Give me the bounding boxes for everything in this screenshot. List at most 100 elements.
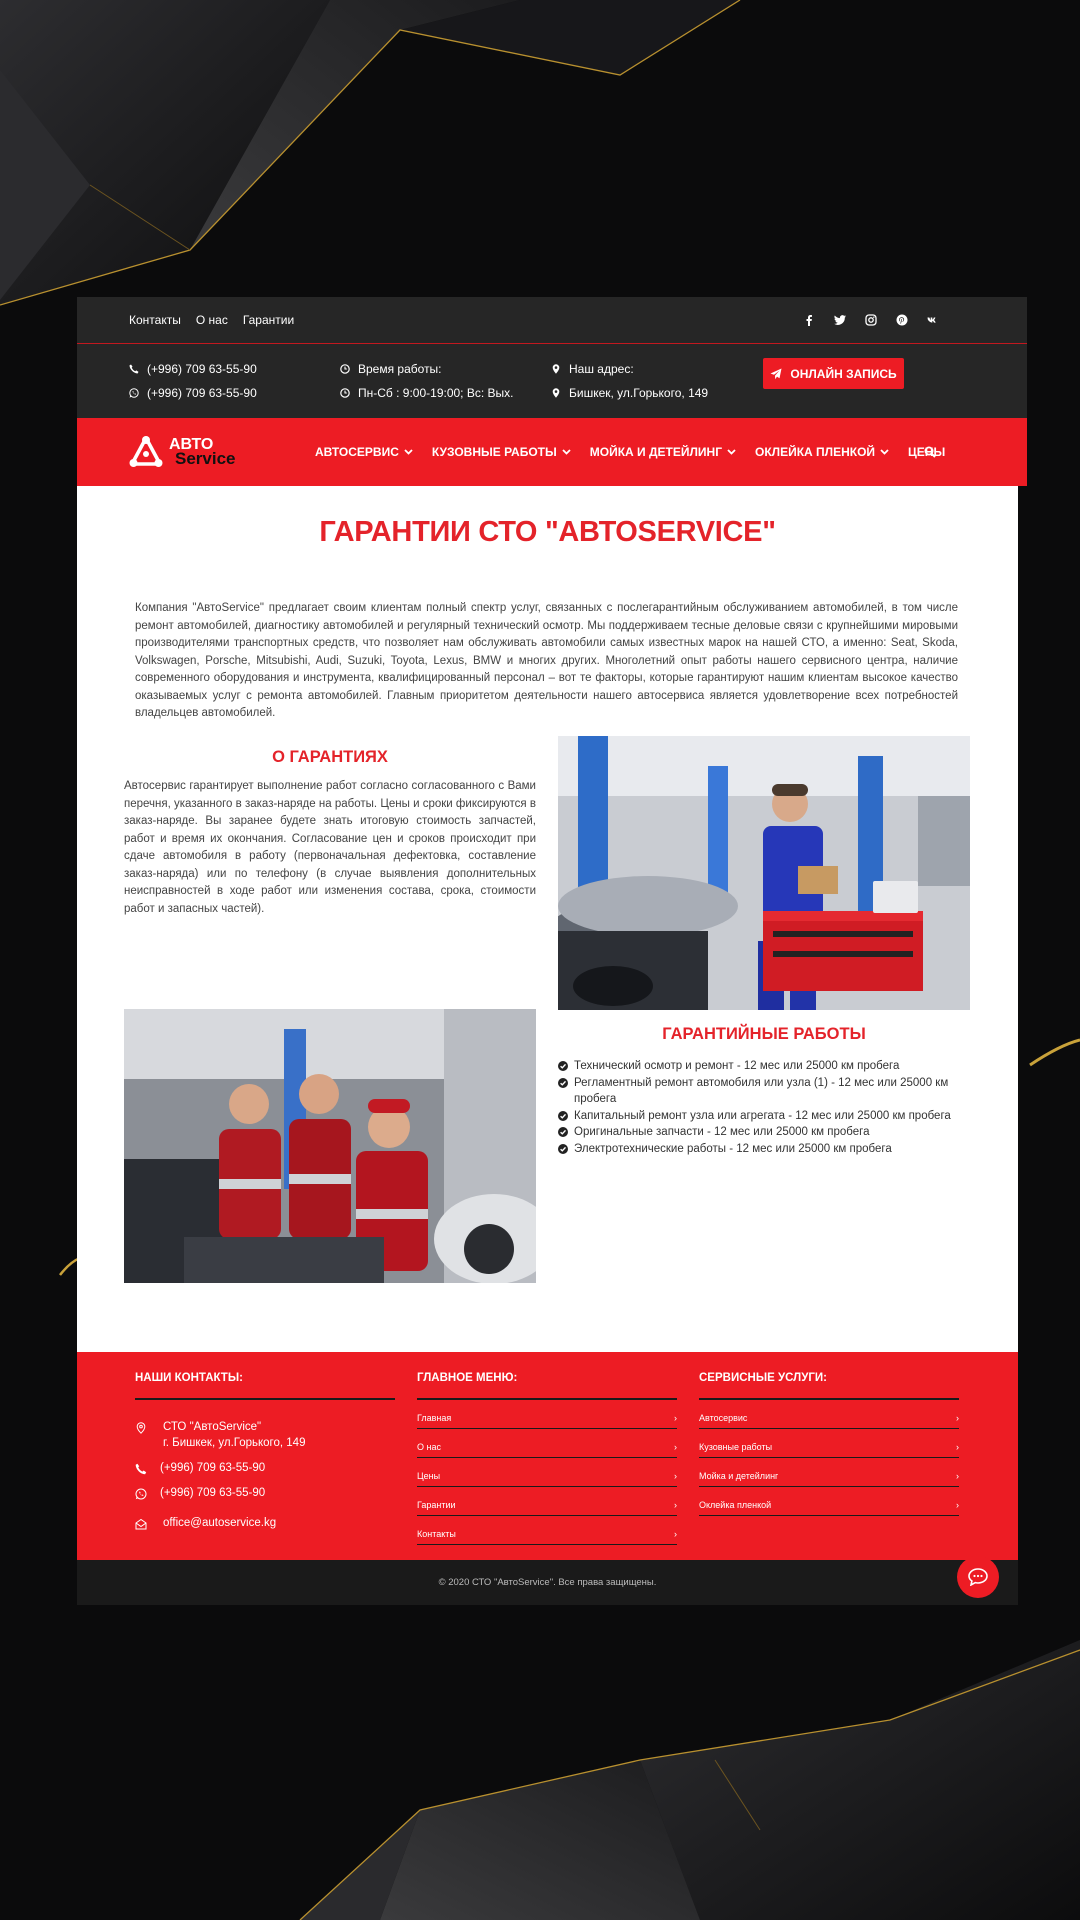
main-content: ГАРАНТИИ СТО "АВТОSERVICE" Компания "Авт… xyxy=(77,486,1018,1352)
footer-whatsapp[interactable]: (+996) 709 63-55-90 xyxy=(135,1486,395,1502)
warranty-works-heading: ГАРАНТИЙНЫЕ РАБОТЫ xyxy=(662,1025,866,1043)
check-circle-icon xyxy=(558,1110,568,1121)
search-icon[interactable] xyxy=(924,446,936,458)
whatsapp-icon xyxy=(129,388,139,398)
map-pin-icon xyxy=(552,364,560,374)
phone-row[interactable]: (+996) 709 63-55-90 xyxy=(129,362,340,376)
chevron-down-icon xyxy=(727,449,736,455)
chevron-right-icon: › xyxy=(674,1529,677,1539)
footer-link-guarantees[interactable]: Гарантии › xyxy=(417,1487,677,1516)
whatsapp-icon xyxy=(135,1488,147,1499)
warranty-item-text: Электротехнические работы - 12 мес или 2… xyxy=(574,1142,892,1155)
whatsapp-row[interactable]: (+996) 709 63-55-90 xyxy=(129,386,340,400)
mechanics-team-photo xyxy=(124,1009,536,1283)
whatsapp-number: (+996) 709 63-55-90 xyxy=(147,386,257,400)
top-links: Контакты О нас Гарантии xyxy=(129,313,294,327)
warranty-item-text: Капитальный ремонт узла или агрегата - 1… xyxy=(574,1109,951,1122)
hours-label-row: Время работы: xyxy=(340,362,551,376)
top-bar: Контакты О нас Гарантии xyxy=(77,297,1027,344)
warranty-works-list: Технический осмотр и ремонт - 12 мес или… xyxy=(558,1058,970,1157)
footer-services-list: Автосервис › Кузовные работы › Мойка и дет… xyxy=(699,1400,959,1516)
phone-icon xyxy=(135,1463,147,1475)
website-frame: Контакты О нас Гарантии (+996) 709 63-55… xyxy=(77,297,1027,1605)
footer-link-label: О нас xyxy=(417,1442,441,1452)
footer-link-label: Контакты xyxy=(417,1529,456,1539)
footer-service-film[interactable]: Оклейка пленкой › xyxy=(699,1487,959,1516)
footer-company-name: СТО "АвтоService" xyxy=(163,1421,262,1433)
map-pin-icon xyxy=(552,388,560,398)
address-value: Бишкек, ул.Горького, 149 xyxy=(569,386,709,400)
chevron-right-icon: › xyxy=(956,1442,959,1452)
top-link-about[interactable]: О нас xyxy=(196,313,228,327)
vk-icon[interactable] xyxy=(927,314,939,326)
instagram-icon[interactable] xyxy=(865,314,877,326)
check-circle-icon xyxy=(558,1061,568,1071)
footer-whatsapp-number: (+996) 709 63-55-90 xyxy=(160,1486,266,1499)
address-label-row: Наш адрес: xyxy=(551,362,762,376)
online-booking-button[interactable]: ОНЛАЙН ЗАПИСЬ xyxy=(763,358,904,389)
footer-link-label: Мойка и детейлинг xyxy=(699,1471,779,1481)
top-link-guarantees[interactable]: Гарантии xyxy=(243,313,294,327)
map-pin-icon xyxy=(136,1422,146,1434)
footer-phone-number: (+996) 709 63-55-90 xyxy=(160,1462,266,1474)
nav-autoservice[interactable]: АВТОСЕРВИС xyxy=(315,445,413,459)
check-circle-icon xyxy=(558,1077,568,1088)
phone-icon xyxy=(129,364,139,374)
logo-triangle-icon xyxy=(129,436,163,467)
nav-label: МОЙКА И ДЕТЕЙЛИНГ xyxy=(589,445,722,459)
footer-service-autoservice[interactable]: Автосервис › xyxy=(699,1400,959,1429)
hours-value-row: Пн-Сб : 9:00-19:00; Вс: Вых. xyxy=(340,386,551,400)
main-navbar: АВТО Service АВТОСЕРВИС КУЗОВНЫЕ РАБОТЫ … xyxy=(77,418,1027,486)
footer-menu-list: Главная › О нас › Цены › Гарантии › Контакты… xyxy=(417,1400,677,1545)
top-link-contacts[interactable]: Контакты xyxy=(129,313,181,327)
chevron-down-icon xyxy=(880,449,889,455)
warranty-item-text: Оригинальные запчасти - 12 мес или 25000… xyxy=(574,1126,870,1138)
footer-link-home[interactable]: Главная › xyxy=(417,1400,677,1429)
pinterest-icon[interactable] xyxy=(896,314,908,326)
chevron-down-icon xyxy=(562,449,571,455)
info-bar: (+996) 709 63-55-90 (+996) 709 63-55-90 … xyxy=(77,344,1027,418)
list-item: Капитальный ремонт узла или агрегата - 1… xyxy=(558,1108,970,1125)
facebook-icon[interactable] xyxy=(803,314,815,326)
hours-label: Время работы: xyxy=(358,362,442,376)
footer-services-heading: СЕРВИСНЫЕ УСЛУГИ: xyxy=(699,1372,959,1400)
footer-link-label: Оклейка пленкой xyxy=(699,1500,772,1510)
footer-link-about[interactable]: О нас › xyxy=(417,1429,677,1458)
address-value-row: Бишкек, ул.Горького, 149 xyxy=(551,386,762,400)
nav-wash-detailing[interactable]: МОЙКА И ДЕТЕЙЛИНГ xyxy=(590,445,736,459)
footer-service-wash[interactable]: Мойка и детейлинг › xyxy=(699,1458,959,1487)
mechanic-photo xyxy=(558,736,970,1010)
footer: НАШИ КОНТАКТЫ: СТО "АвтоService" г. Бишке… xyxy=(77,1352,1018,1560)
list-item: Технический осмотр и ремонт - 12 мес или… xyxy=(558,1058,970,1075)
warranty-item-text: Технический осмотр и ремонт - 12 мес или… xyxy=(574,1060,900,1072)
footer-phone[interactable]: (+996) 709 63-55-90 xyxy=(135,1461,395,1477)
logo[interactable]: АВТО Service xyxy=(129,435,249,469)
online-booking-label: ОНЛАЙН ЗАПИСЬ xyxy=(790,366,897,381)
paper-plane-icon xyxy=(770,368,782,379)
about-guarantees-text: Автосервис гарантирует выполнение работ … xyxy=(124,780,536,915)
footer-address-text: г. Бишкек, ул.Горького, 149 xyxy=(163,1436,306,1449)
chevron-right-icon: › xyxy=(674,1471,677,1481)
nav-film-wrapping[interactable]: ОКЛЕЙКА ПЛЕНКОЙ xyxy=(755,445,889,459)
about-guarantees-heading: О ГАРАНТИЯХ xyxy=(272,748,388,766)
footer-link-prices[interactable]: Цены › xyxy=(417,1458,677,1487)
copyright-text: © 2020 СТО "АвтоService". Все права защи… xyxy=(438,1577,657,1588)
nav-body-works[interactable]: КУЗОВНЫЕ РАБОТЫ xyxy=(432,445,571,459)
footer-service-body-works[interactable]: Кузовные работы › xyxy=(699,1429,959,1458)
warranty-item-text: Регламентный ремонт автомобиля или узла … xyxy=(574,1076,949,1106)
chat-widget-button[interactable] xyxy=(957,1556,999,1598)
clock-icon xyxy=(340,364,350,374)
address-label: Наш адрес: xyxy=(569,362,634,376)
footer-link-contacts[interactable]: Контакты › xyxy=(417,1516,677,1545)
list-item: Электротехнические работы - 12 мес или 2… xyxy=(558,1141,970,1158)
twitter-icon[interactable] xyxy=(834,314,846,326)
page-title: ГАРАНТИИ СТО "АВТОSERVICE" xyxy=(319,516,776,548)
footer-address: СТО "АвтоService" г. Бишкек, ул.Горького,… xyxy=(135,1420,395,1451)
nav-label: ОКЛЕЙКА ПЛЕНКОЙ xyxy=(755,445,876,459)
nav-label: КУЗОВНЫЕ РАБОТЫ xyxy=(431,445,557,459)
footer-email[interactable]: office@autoservice.kg xyxy=(135,1516,395,1532)
footer-main-menu: ГЛАВНОЕ МЕНЮ: Главная › О нас › Цены › Гара… xyxy=(417,1372,677,1545)
footer-services: СЕРВИСНЫЕ УСЛУГИ: Автосервис › Кузовные р… xyxy=(699,1372,959,1516)
phone-number: (+996) 709 63-55-90 xyxy=(147,362,257,376)
chevron-right-icon: › xyxy=(956,1413,959,1423)
